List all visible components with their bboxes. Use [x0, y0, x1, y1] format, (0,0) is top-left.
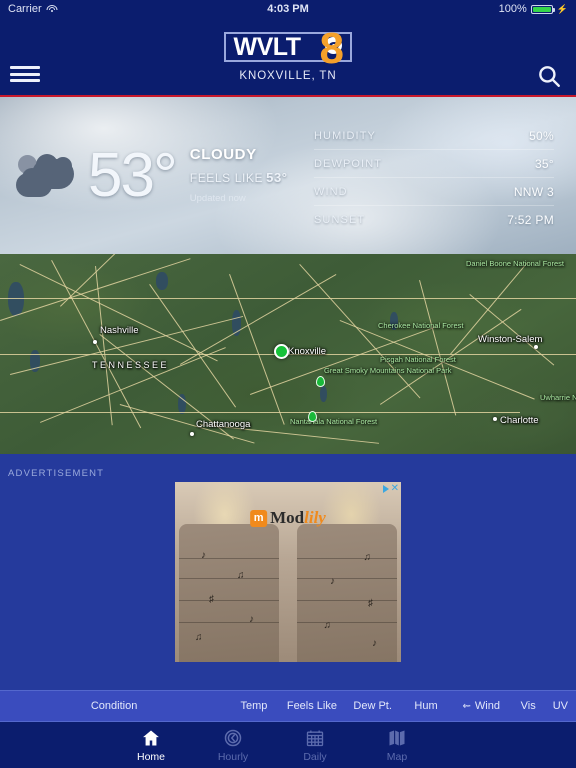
- map-forest-nantahala: Nantahala National Forest: [290, 417, 378, 426]
- column-header-humidity[interactable]: Hum: [401, 700, 451, 712]
- current-location-marker[interactable]: [274, 344, 289, 359]
- condition-column-bar: Condition Temp Feels Like Dew Pt. Hum ⇜ …: [0, 690, 576, 722]
- adchoices-control[interactable]: ✕: [382, 484, 399, 494]
- battery-icon: [530, 4, 555, 14]
- column-header-visibility[interactable]: Vis: [512, 700, 545, 712]
- map-state-label: TENNESSEE: [92, 360, 170, 370]
- status-bar-left: Carrier: [8, 3, 58, 15]
- tab-hourly[interactable]: Hourly: [192, 728, 274, 763]
- ad-brand-accent: lily: [304, 508, 326, 527]
- current-summary: 53° CLOUDY FEELS LIKE 53° Updated now: [0, 140, 290, 210]
- column-header-wind-label: Wind: [474, 700, 500, 712]
- column-header-temp[interactable]: Temp: [228, 700, 280, 712]
- adchoices-icon[interactable]: [382, 485, 389, 493]
- charging-bolt-icon: ⚡: [556, 3, 568, 14]
- tab-map[interactable]: Map: [356, 728, 438, 763]
- battery-percent-label: 100%: [498, 3, 527, 15]
- search-icon[interactable]: [536, 63, 562, 89]
- column-header-dew-point[interactable]: Dew Pt.: [344, 700, 401, 712]
- status-bar-time: 4:03 PM: [267, 3, 309, 15]
- park-pin-icon: [308, 411, 317, 422]
- map-forest-great-smoky: Great Smoky Mountains National Park: [324, 366, 452, 375]
- current-details-list: HUMIDITY 50% DEWPOINT 35° WIND NNW 3 SUN…: [290, 110, 576, 241]
- clock-icon: [224, 729, 242, 746]
- home-icon: [143, 730, 159, 745]
- ad-brand-logo: m Modlily: [250, 508, 326, 528]
- tab-daily[interactable]: Daily: [274, 728, 356, 763]
- feels-like-value: 53°: [266, 169, 288, 185]
- app-header: WVLT 8 KNOXVILLE, TN: [0, 18, 576, 95]
- column-header-wind[interactable]: ⇜ Wind: [451, 700, 512, 712]
- ad-product-left: [179, 524, 279, 662]
- close-icon[interactable]: ✕: [391, 484, 399, 494]
- wifi-icon: [46, 4, 58, 14]
- map-city-charlotte: Charlotte: [500, 415, 539, 426]
- park-pin-icon: [316, 376, 325, 387]
- status-bar: Carrier 4:03 PM 100% ⚡: [0, 0, 576, 18]
- map-forest-cherokee: Cherokee National Forest: [378, 321, 464, 330]
- status-bar-right: 100% ⚡: [499, 3, 568, 15]
- hamburger-menu-icon[interactable]: [10, 63, 40, 85]
- detail-value: 7:52 PM: [507, 213, 554, 227]
- advertisement-label: ADVERTISEMENT: [8, 468, 105, 479]
- current-text-block: CLOUDY FEELS LIKE 53° Updated now: [190, 146, 288, 206]
- wvlt8-logo[interactable]: WVLT 8: [223, 27, 353, 71]
- updated-label: Updated now: [189, 192, 246, 204]
- map-icon: [389, 730, 405, 745]
- detail-label: WIND: [314, 186, 348, 198]
- tab-daily-label: Daily: [303, 750, 327, 763]
- detail-value: NNW 3: [513, 185, 554, 199]
- current-conditions-panel[interactable]: 53° CLOUDY FEELS LIKE 53° Updated now HUM…: [0, 97, 576, 254]
- map-forest-uwharrie: Uwharrie National Forest: [540, 393, 576, 402]
- ad-brand-mark: m: [250, 509, 268, 527]
- logo-number: 8: [319, 24, 344, 73]
- advertisement-area: ADVERTISEMENT ♪ ♫ ♯ ♪ ♫ ♫ ♪ ♯ ♫ ♪ m Modl…: [0, 454, 576, 690]
- ad-brand-name: Mod: [270, 508, 305, 527]
- column-header-condition[interactable]: Condition: [0, 700, 228, 712]
- map-city-chattanooga: Chattanooga: [196, 419, 251, 430]
- bottom-tab-bar: Home Hourly Daily Map: [0, 722, 576, 768]
- current-condition-label: CLOUDY: [189, 145, 257, 163]
- detail-row-humidity: HUMIDITY 50%: [314, 122, 554, 150]
- column-header-uv[interactable]: UV: [545, 700, 576, 712]
- tab-map-label: Map: [386, 750, 408, 763]
- feels-like-row: FEELS LIKE 53°: [190, 170, 288, 185]
- ad-product-right: [297, 524, 397, 662]
- map-forest-pisgah: Pisgah National Forest: [380, 355, 456, 364]
- map-city-knoxville: Knoxville: [288, 346, 327, 357]
- calendar-icon: [306, 730, 324, 746]
- feels-like-label: FEELS LIKE: [189, 170, 264, 185]
- weather-app: Carrier 4:03 PM 100% ⚡ WVLT 8 KNOXVILLE,…: [0, 0, 576, 768]
- carrier-label: Carrier: [8, 3, 42, 15]
- map-city-nashville: Nashville: [100, 325, 139, 336]
- logo-text: WVLT: [233, 32, 301, 61]
- map-city-winston-salem: Winston-Salem: [478, 334, 543, 345]
- detail-row-dewpoint: DEWPOINT 35°: [314, 150, 554, 178]
- tab-home-label: Home: [136, 750, 165, 763]
- radar-map[interactable]: Nashville TENNESSEE Chattanooga Knoxvill…: [0, 254, 576, 454]
- tab-hourly-label: Hourly: [217, 750, 249, 763]
- detail-row-sunset: SUNSET 7:52 PM: [314, 206, 554, 233]
- current-temperature: 53°: [88, 140, 178, 210]
- map-forest-daniel-boone: Daniel Boone National Forest: [466, 259, 564, 268]
- detail-value: 50%: [529, 129, 554, 143]
- advertisement-banner[interactable]: ♪ ♫ ♯ ♪ ♫ ♫ ♪ ♯ ♫ ♪ m Modlily ✕: [175, 482, 401, 662]
- detail-value: 35°: [534, 157, 554, 171]
- detail-row-wind: WIND NNW 3: [314, 178, 554, 206]
- tab-home[interactable]: Home: [110, 728, 192, 763]
- detail-label: SUNSET: [314, 214, 366, 226]
- detail-label: DEWPOINT: [314, 158, 383, 170]
- column-header-feels-like[interactable]: Feels Like: [280, 700, 344, 712]
- detail-label: HUMIDITY: [314, 130, 376, 142]
- cloudy-icon: [14, 151, 78, 201]
- wind-arrow-icon: ⇜: [462, 700, 471, 712]
